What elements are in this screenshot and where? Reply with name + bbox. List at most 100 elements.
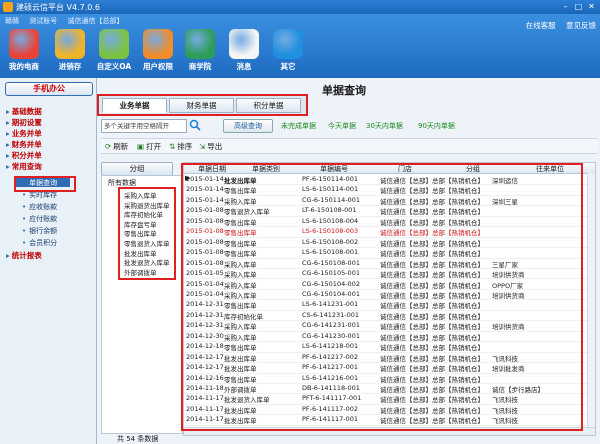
account-name: 测试账号 xyxy=(29,17,58,25)
export-button[interactable]: ⇲ 导出 xyxy=(199,141,222,152)
cell-date: 2014-11-18 xyxy=(186,384,224,392)
close-button[interactable]: ✕ xyxy=(586,1,597,12)
cell-date: 2014-12-18 xyxy=(186,342,224,351)
col-type[interactable]: 单据类别 xyxy=(252,164,280,174)
cell-no: CG-6-150114-001 xyxy=(302,195,360,204)
search-icon[interactable] xyxy=(189,119,201,131)
cell-date: 2015-01-08 xyxy=(186,258,224,267)
nav-section-initial-setup[interactable]: 期初设置 xyxy=(6,117,42,128)
app-logo-icon xyxy=(3,2,13,12)
toolbar-button-label: 我的电商 xyxy=(9,62,39,71)
cell-date: 2014-11-17 xyxy=(186,404,224,413)
nav-section-finance[interactable]: 财务并单 xyxy=(6,139,42,150)
quick-link-today[interactable]: 今天单据 xyxy=(328,121,356,131)
minimize-button[interactable]: – xyxy=(560,1,571,12)
col-group[interactable]: 分组 xyxy=(466,164,480,174)
advanced-query-button[interactable]: 高级查询 xyxy=(223,119,273,133)
cell-date: 2015-01-14 xyxy=(186,175,224,183)
tab-points-docs[interactable]: 积分单据 xyxy=(236,98,301,113)
cell-no: CG-6-141230-001 xyxy=(302,331,360,340)
title-bar: 建硕云信平台 V4.7.0.6 – □ ✕ xyxy=(0,0,600,14)
vertical-scrollbar[interactable] xyxy=(587,173,595,428)
nav-item-bank-balance[interactable]: 银行余额 xyxy=(22,226,57,236)
cell-no: LS-6-150108-001 xyxy=(302,248,359,257)
toolbar-button-3[interactable]: 用户权限 xyxy=(136,27,180,77)
right-links: 在线客服 意见反馈 xyxy=(518,20,596,31)
cell-date: 2014-12-31 xyxy=(186,300,224,309)
cell-date: 2015-01-05 xyxy=(186,269,224,278)
cell-date: 2014-12-16 xyxy=(186,373,224,382)
refresh-button[interactable]: ⟳ 刷新 xyxy=(105,141,128,152)
col-store[interactable]: 门店 xyxy=(398,164,412,174)
toolbar-button-label: 自定义OA xyxy=(96,62,132,71)
feedback-link[interactable]: 意见反馈 xyxy=(566,21,596,30)
print-icon: ▣ xyxy=(137,142,145,151)
user-info: 赣赣 测试账号 诚信通信【总部】 xyxy=(5,16,131,26)
cell-date: 2014-11-17 xyxy=(186,394,224,403)
col-party[interactable]: 往来单位 xyxy=(536,164,564,174)
cell-date: 2014-12-17 xyxy=(186,352,224,361)
tab-bar: 业务单据 财务单据 积分单据 xyxy=(97,94,308,116)
cell-group: 总部【热销机仓】 xyxy=(432,417,484,426)
cell-no: LS-6-150108-004 xyxy=(302,216,359,225)
mobile-office-button[interactable]: 手机办公 xyxy=(5,82,93,96)
quick-link-30days[interactable]: 30天内单据 xyxy=(366,121,403,131)
nav-item-payables[interactable]: 应付账款 xyxy=(22,214,57,224)
toolbar-button-1[interactable]: 进销存 xyxy=(48,27,92,77)
cell-date: 2015-01-08 xyxy=(186,206,224,215)
cell-no: CG-6-150108-001 xyxy=(302,258,360,267)
table-header: 单据日期 单据类别 单据编号 门店 分组 往来单位 xyxy=(184,163,595,174)
online-service-link[interactable]: 在线客服 xyxy=(526,21,556,30)
tab-business-docs[interactable]: 业务单据 xyxy=(102,98,167,113)
cell-date: 2015-01-08 xyxy=(186,216,224,225)
cell-type: 批发出库单 xyxy=(224,417,257,426)
nav-item-member-points[interactable]: 会员积分 xyxy=(22,238,57,248)
tree-highlight-box xyxy=(118,187,176,280)
window-title: 建硕云信平台 V4.7.0.6 xyxy=(16,3,101,12)
toolbar-button-0[interactable]: 我的电商 xyxy=(2,27,46,77)
search-input[interactable]: 多个关键字用空格隔开 xyxy=(101,119,187,133)
ribbon: 赣赣 测试账号 诚信通信【总部】 在线客服 意见反馈 我的电商 进销存 自定义OA 用… xyxy=(0,14,600,78)
cell-no: CG-6-150105-001 xyxy=(302,269,360,278)
col-number[interactable]: 单据编号 xyxy=(320,164,348,174)
nav-section-common-query[interactable]: 常用查询 xyxy=(6,161,42,172)
tab-finance-docs[interactable]: 财务单据 xyxy=(169,98,234,113)
toolbar-button-label: 进销存 xyxy=(58,62,82,71)
cell-no: LS-6-141216-001 xyxy=(302,373,359,382)
home-icon xyxy=(9,29,39,59)
nav-item-receivables[interactable]: 应收账款 xyxy=(22,202,57,212)
table-row[interactable]: 2014-11-17 批发出库单 PF-6-141117-001 诚信通信【总部】 总部… xyxy=(184,414,595,426)
nav-section-business[interactable]: 业务并单 xyxy=(6,128,42,139)
toolbar-button-4[interactable]: 商学院 xyxy=(178,27,222,77)
horizontal-scrollbar[interactable] xyxy=(184,427,595,435)
nav-section-basic-data[interactable]: 基础数据 xyxy=(6,106,42,117)
nav-section-points[interactable]: 积分并单 xyxy=(6,150,42,161)
cell-date: 2015-01-08 xyxy=(186,237,224,246)
quick-link-unfinished[interactable]: 未完成单据 xyxy=(281,121,316,131)
cell-date: 2015-01-08 xyxy=(186,248,224,257)
documents-table: 单据日期 单据类别 单据编号 门店 分组 往来单位 2015-01-14 批发出库… xyxy=(183,162,596,436)
cloud-icon xyxy=(229,29,259,59)
maximize-button[interactable]: □ xyxy=(573,1,584,12)
cell-no: CG-6-150104-002 xyxy=(302,279,360,288)
toolbar-button-5[interactable]: 消息 xyxy=(222,27,266,77)
open-button[interactable]: ▣ 打开 xyxy=(137,141,161,152)
download-icon xyxy=(273,29,303,59)
cell-date: 2015-01-04 xyxy=(186,289,224,298)
quick-link-90days[interactable]: 90天内单据 xyxy=(418,121,455,131)
sort-icon: ⇅ xyxy=(169,142,176,151)
cell-no: CS-6-141231-001 xyxy=(302,310,360,319)
cell-no: PF-6-150114-001 xyxy=(302,175,359,183)
sort-button[interactable]: ⇅ 排序 xyxy=(169,141,192,152)
toolbar-button-2[interactable]: 自定义OA xyxy=(92,27,136,77)
students-icon xyxy=(185,29,215,59)
refresh-icon: ⟳ xyxy=(105,142,112,151)
cell-no: LS-6-150114-001 xyxy=(302,185,359,194)
cell-no: PF-6-141117-002 xyxy=(302,404,359,413)
cell-no: DB-6-141118-001 xyxy=(302,384,360,392)
nav-section-reports[interactable]: 统计报表 xyxy=(6,250,42,261)
user-name: 赣赣 xyxy=(5,17,19,25)
col-date[interactable]: 单据日期 xyxy=(198,164,226,174)
store-name: 诚信通信【总部】 xyxy=(67,17,124,25)
toolbar-button-6[interactable]: 其它 xyxy=(266,27,310,77)
